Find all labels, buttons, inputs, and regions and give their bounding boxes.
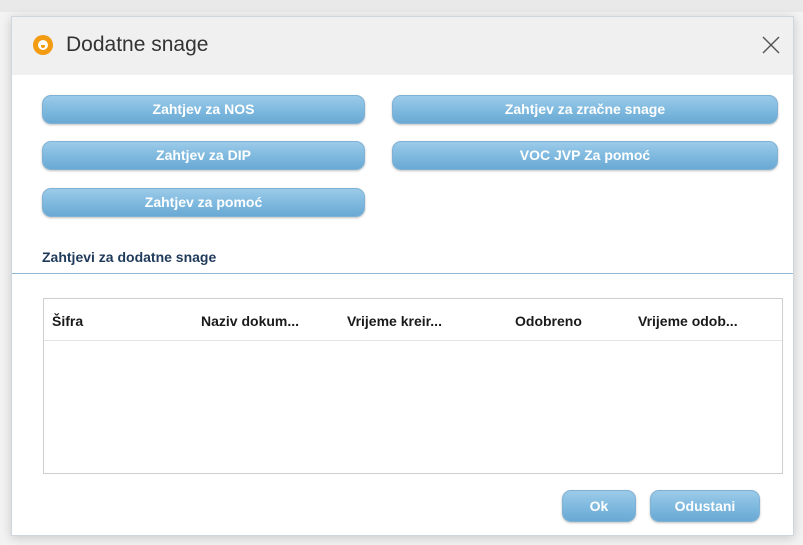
column-header-naziv-dokumenta[interactable]: Naziv dokum... xyxy=(201,313,299,329)
section-title: Zahtjevi za dodatne snage xyxy=(42,249,217,265)
dialog-title: Dodatne snage xyxy=(66,33,209,56)
column-header-odobreno[interactable]: Odobreno xyxy=(515,313,582,329)
request-air-support-button[interactable]: Zahtjev za zračne snage xyxy=(392,95,778,124)
background-window-strip xyxy=(0,0,803,12)
ok-button[interactable]: Ok xyxy=(562,490,636,522)
request-dip-button[interactable]: Zahtjev za DIP xyxy=(42,141,365,170)
close-icon xyxy=(762,36,780,54)
close-button[interactable] xyxy=(757,31,785,59)
section-divider xyxy=(12,273,793,274)
cancel-button[interactable]: Odustani xyxy=(650,490,760,522)
app-logo-icon xyxy=(33,35,53,55)
dodatne-snage-dialog: Dodatne snage Zahtjev za NOS Zahtjev za … xyxy=(11,16,794,536)
request-nos-button[interactable]: Zahtjev za NOS xyxy=(42,95,365,124)
table-body xyxy=(44,341,782,473)
voc-jvp-help-button[interactable]: VOC JVP Za pomoć xyxy=(392,141,778,170)
table-header: Šifra Naziv dokum... Vrijeme kreir... Od… xyxy=(44,299,782,341)
dialog-titlebar: Dodatne snage xyxy=(12,17,793,75)
requests-table[interactable]: Šifra Naziv dokum... Vrijeme kreir... Od… xyxy=(43,298,783,474)
column-header-vrijeme-odobrenja[interactable]: Vrijeme odob... xyxy=(638,313,738,329)
column-header-sifra[interactable]: Šifra xyxy=(52,313,83,329)
column-header-vrijeme-kreiranja[interactable]: Vrijeme kreir... xyxy=(347,313,442,329)
request-help-button[interactable]: Zahtjev za pomoć xyxy=(42,188,365,217)
